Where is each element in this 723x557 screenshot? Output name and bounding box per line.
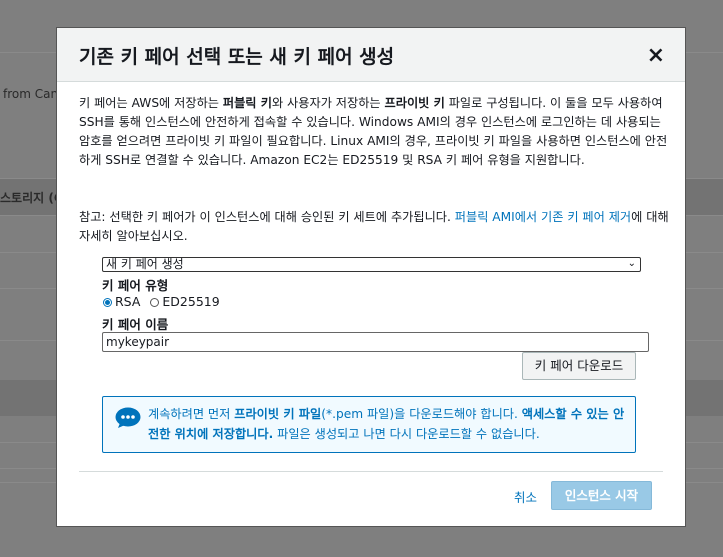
cancel-button[interactable]: 취소 [514,487,537,506]
info-text: 계속하려면 먼저 프라이빗 키 파일(*.pem 파일)을 다운로드해야 합니다… [148,407,625,441]
note-paragraph: 참고: 선택한 키 페어가 이 인스턴스에 대해 승인된 키 세트에 추가됩니다… [79,210,669,243]
radio-ed25519-label: ED25519 [162,294,220,309]
chat-info-icon [115,407,141,428]
radio-rsa-label: RSA [115,294,141,309]
learn-more-link[interactable]: 퍼블릭 AMI에서 기존 키 페어 제거 [455,210,631,224]
dialog-title: 기존 키 페어 선택 또는 새 키 페어 생성 [79,46,395,68]
key-pair-dialog: 기존 키 페어 선택 또는 새 키 페어 생성 × 키 페어는 AWS에 저장하… [56,27,686,527]
dialog-header: 기존 키 페어 선택 또는 새 키 페어 생성 × [57,28,685,82]
close-icon: × [646,43,665,68]
key-name-label: 키 페어 이름 [102,317,169,332]
select-value: 새 키 페어 생성 [106,257,184,271]
radio-ed25519-control[interactable] [150,298,160,307]
radio-ed25519[interactable]: ED25519 [150,294,220,309]
key-name-input[interactable]: mykeypair [102,332,649,352]
private-key-term: 프라이빗 키 [384,96,445,110]
launch-instance-button[interactable]: 인스턴스 시작 [551,481,652,510]
background-section-title: 스토리지 (C [0,191,63,205]
radio-rsa[interactable]: RSA [103,294,140,309]
chevron-down-icon: ⌄ [627,258,636,269]
intro-paragraph: 키 페어는 AWS에 저장하는 퍼블릭 키와 사용자가 저장하는 프라이빗 키 … [79,96,668,167]
key-type-radio-group: RSA ED25519 [103,294,220,309]
close-button[interactable]: × [647,42,665,70]
download-key-pair-button[interactable]: 키 페어 다운로드 [522,352,636,380]
info-alert: 계속하려면 먼저 프라이빗 키 파일(*.pem 파일)을 다운로드해야 합니다… [102,396,636,453]
private-key-file-term: 프라이빗 키 파일 [234,407,322,421]
footer-divider [79,471,663,472]
key-pair-select[interactable]: 새 키 페어 생성 ⌄ [102,257,641,272]
radio-rsa-control[interactable] [103,298,112,307]
public-key-term: 퍼블릭 키 [222,96,272,110]
key-type-label: 키 페어 유형 [102,278,169,293]
